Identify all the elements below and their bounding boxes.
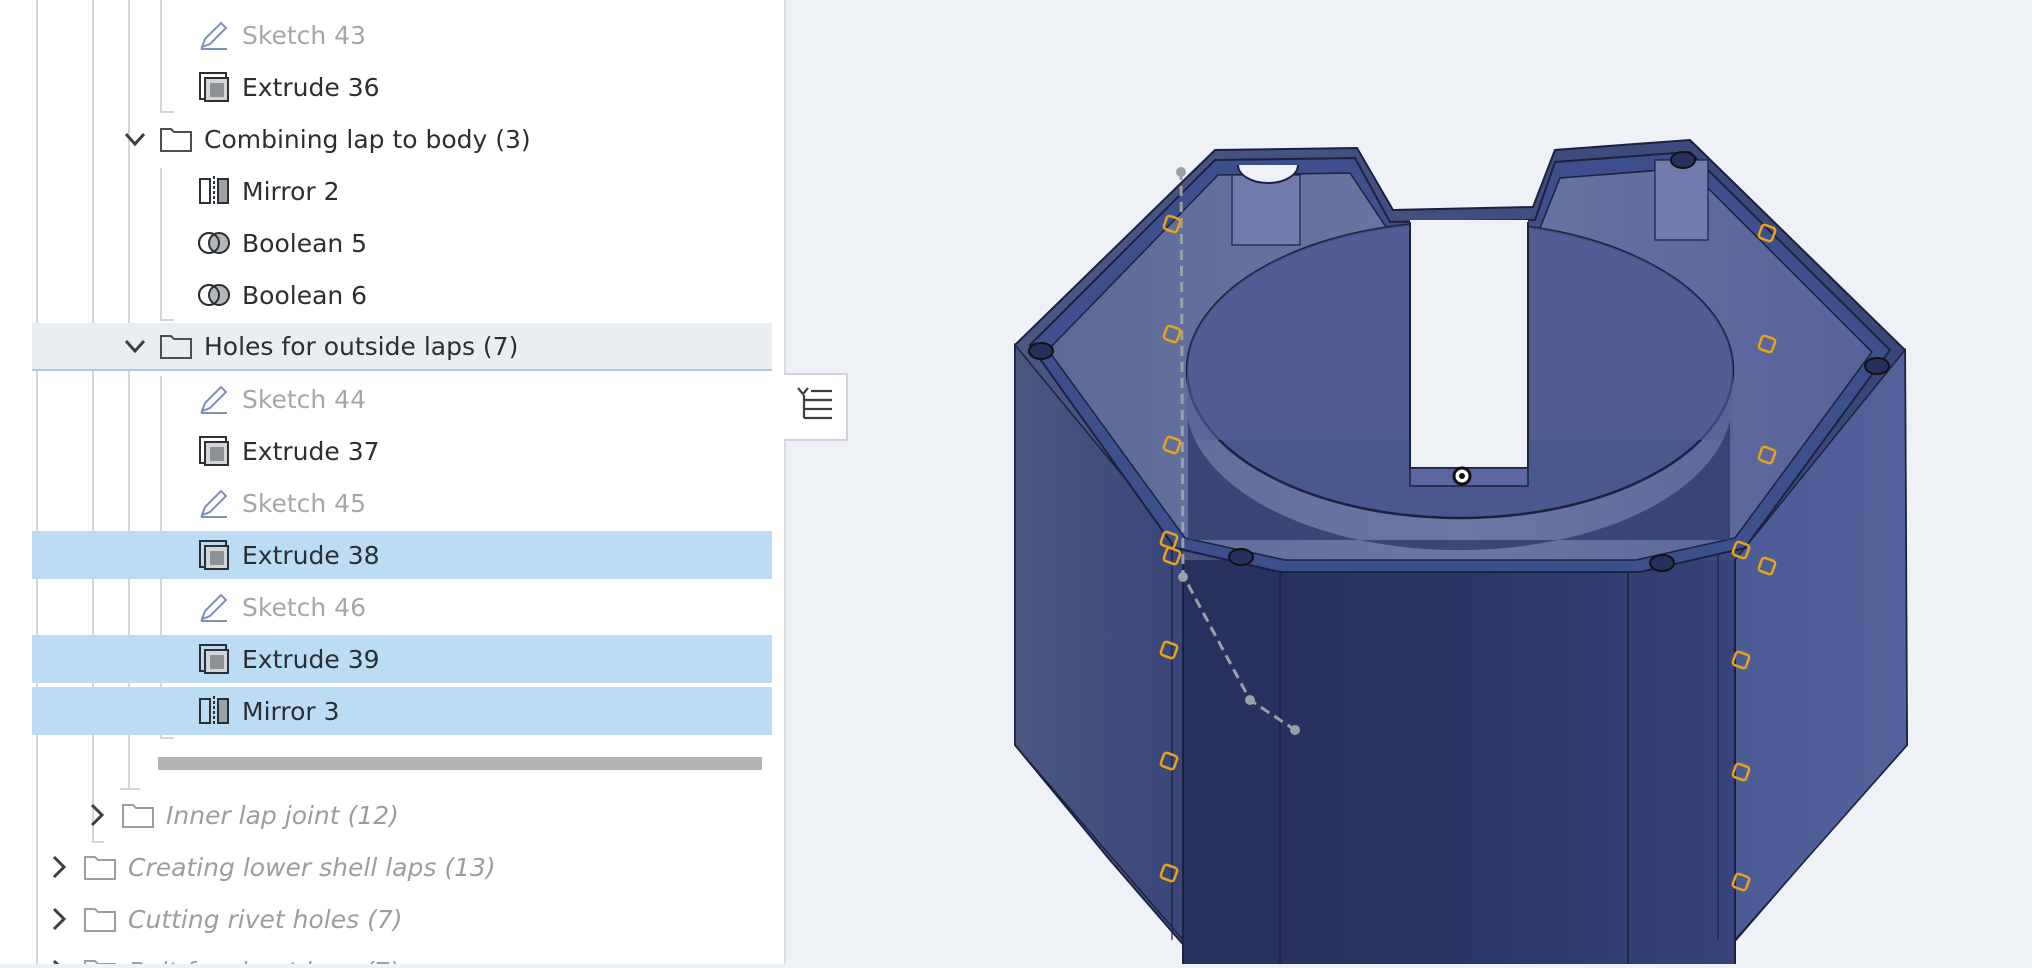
chevron-down-icon[interactable] [120,331,150,361]
chevron-right-icon[interactable] [44,852,74,882]
feature-tree-item[interactable]: Sketch 43 [32,11,772,59]
feature-tree-item-label: Belt for sheet laps (7) [128,957,399,965]
model-slot [1410,220,1528,485]
folder-icon [82,953,118,964]
feature-tree-item[interactable]: Sketch 45 [32,479,772,527]
sketch-icon [196,589,232,625]
feature-tree-item-label: Sketch 46 [242,592,366,622]
mirror-icon [196,173,232,209]
feature-tree-item-label: Extrude 37 [242,436,380,466]
feature-tree-item-label: Extrude 36 [242,72,380,102]
boolean-icon [196,225,232,261]
chevron-right-icon[interactable] [44,904,74,934]
extrude-icon [196,537,232,573]
folder-icon [158,121,194,157]
feature-tree-item-label: Sketch 43 [242,20,366,50]
folder-icon [120,797,156,833]
feature-tree-item[interactable]: Extrude 36 [32,63,772,111]
feature-tree-item[interactable]: Belt for sheet laps (7) [32,947,772,964]
feature-tree-item-label: Sketch 44 [242,384,366,414]
feature-tree-item[interactable]: Extrude 37 [32,427,772,475]
feature-tree-item-label: Boolean 6 [242,280,368,310]
feature-tree-item-label: Combining lap to body (3) [204,124,531,154]
feature-tree-item[interactable]: Creating lower shell laps (13) [32,843,772,891]
chevron-right-icon[interactable] [44,956,74,964]
feature-tree-item-label: Mirror 3 [242,696,340,726]
tree-indent-guide [160,319,174,321]
feature-tree-item[interactable]: Boolean 6 [32,271,772,319]
feature-tree-item-label: Boolean 5 [242,228,368,258]
feature-tree-item[interactable]: Mirror 2 [32,167,772,215]
feature-tree-item-label: Inner lap joint (12) [166,800,399,830]
feature-tree-item[interactable]: Holes for outside laps (7) [32,323,772,371]
feature-tree-item-label: Sketch 45 [242,488,366,518]
feature-tree-item[interactable]: Cutting rivet holes (7) [32,895,772,943]
feature-tree-item[interactable]: Sketch 46 [32,583,772,631]
3d-model-view[interactable] [786,0,2032,965]
mirror-icon [196,693,232,729]
feature-tree-item[interactable]: Sketch 44 [32,375,772,423]
boolean-icon [196,277,232,313]
feature-tree-item-label: Mirror 2 [242,176,340,206]
sketch-icon [196,17,232,53]
feature-tree-item-label: Creating lower shell laps (13) [128,852,496,882]
graphics-viewport[interactable] [786,0,2032,965]
chevron-down-icon[interactable] [120,124,150,154]
chevron-right-icon[interactable] [82,800,112,830]
folder-icon [82,901,118,937]
feature-tree-item-label: Extrude 39 [242,644,380,674]
feature-tree-panel: Sketch 43 Extrude 36 Combining lap to body… [0,0,786,964]
feature-tree-item-label: Cutting rivet holes (7) [128,904,403,934]
model-front-face [1183,560,1735,964]
feature-tree-item-label: Holes for outside laps (7) [204,331,519,361]
sketch-icon [196,485,232,521]
tree-indent-guide [160,111,174,113]
folder-icon [82,849,118,885]
feature-tree-item[interactable]: Mirror 3 [32,687,772,735]
extrude-icon [196,433,232,469]
feature-tree-item[interactable]: Extrude 39 [32,635,772,683]
feature-tree-item[interactable]: Combining lap to body (3) [32,115,772,163]
extrude-icon [196,69,232,105]
tree-horizontal-scrollbar[interactable] [158,757,762,770]
tree-indent-guide [120,788,140,790]
sketch-icon [196,381,232,417]
feature-tree-item[interactable]: Inner lap joint (12) [32,791,772,839]
feature-tree-item[interactable]: Extrude 38 [32,531,772,579]
extrude-icon [196,641,232,677]
feature-tree-item[interactable]: Boolean 5 [32,219,772,267]
tree-indent-guide [160,737,174,739]
folder-icon [158,328,194,364]
feature-tree-item-label: Extrude 38 [242,540,380,570]
